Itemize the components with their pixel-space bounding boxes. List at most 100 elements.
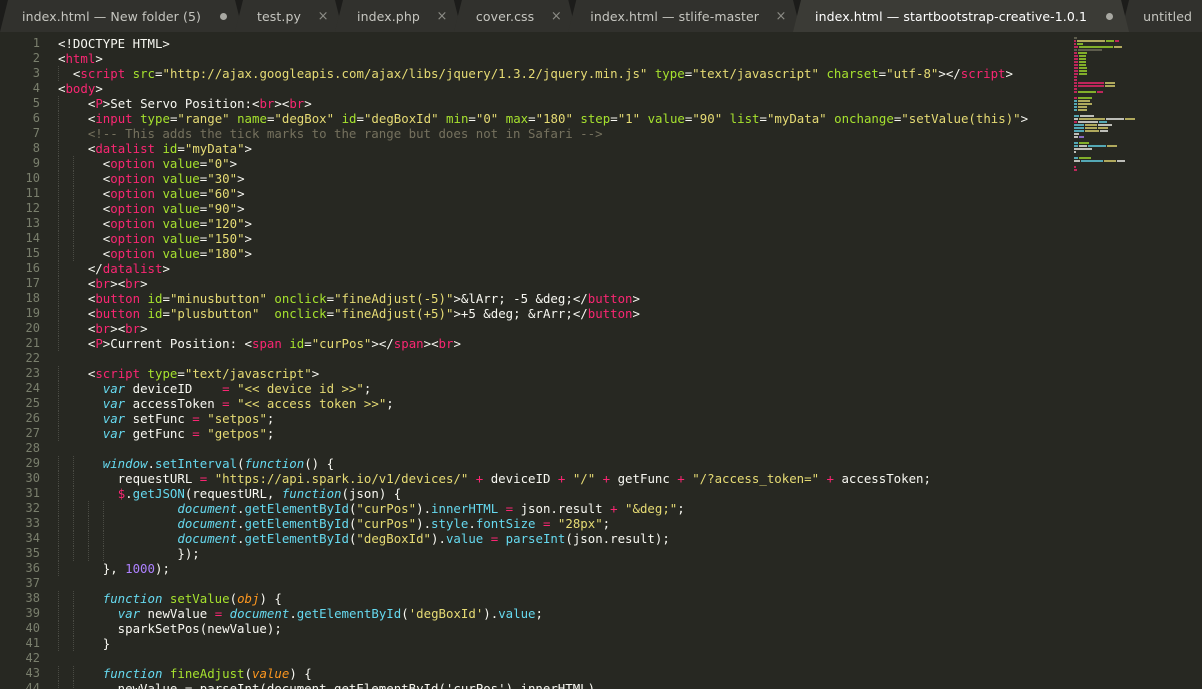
code-line[interactable]: 28 <box>0 441 1202 456</box>
line-number: 16 <box>25 261 40 275</box>
tab-0[interactable]: index.html — New folder (5) <box>0 0 243 32</box>
sublime-text-window: index.html — New folder (5) test.py × index… <box>0 0 1202 689</box>
minimap-segment <box>1106 117 1124 120</box>
modified-dot-icon[interactable] <box>1103 10 1115 22</box>
minimap-segment <box>1074 57 1078 60</box>
code-line[interactable]: 19 <button id="plusbutton" onclick="fine… <box>0 306 1202 321</box>
minimap-segment <box>1074 69 1078 72</box>
tab-label: cover.css <box>475 8 535 24</box>
code-line[interactable]: 18 <button id="minusbutton" onclick="fin… <box>0 291 1202 306</box>
code-line[interactable]: 11 <option value="60"> <box>0 186 1202 201</box>
code-line[interactable]: 8 <datalist id="myData"> <box>0 141 1202 156</box>
code-line[interactable]: 42 <box>0 651 1202 666</box>
tab-2[interactable]: index.php × <box>335 0 462 32</box>
code-line[interactable]: 37 <box>0 576 1202 591</box>
line-text: <button id="minusbutton" onclick="fineAd… <box>58 291 640 306</box>
line-number: 23 <box>25 366 40 380</box>
code-line[interactable]: 39 var newValue = document.getElementByI… <box>0 606 1202 621</box>
minimap-segment <box>1080 114 1094 117</box>
line-text: <option value="120"> <box>58 216 253 231</box>
minimap-segment <box>1078 108 1087 111</box>
tab-6[interactable]: untitled× <box>1121 0 1202 32</box>
minimap-segment <box>1079 63 1086 66</box>
line-text: var getFunc = "getpos"; <box>102 426 275 441</box>
code-line[interactable]: 17 <br><br> <box>0 276 1202 291</box>
code-line[interactable]: 16 </datalist> <box>0 261 1202 276</box>
code-line[interactable]: 34 document.getElementById("degBoxId").v… <box>0 531 1202 546</box>
code-line[interactable]: 33 document.getElementById("curPos").sty… <box>0 516 1202 531</box>
code-line[interactable]: 15 <option value="180"> <box>0 246 1202 261</box>
line-number: 29 <box>25 456 40 470</box>
code-line[interactable]: 40 sparkSetPos(newValue); <box>0 621 1202 636</box>
close-icon[interactable]: × <box>436 10 448 22</box>
line-text: }, 1000); <box>58 561 170 576</box>
tab-4[interactable]: index.html — stlife-master × <box>568 0 801 32</box>
modified-dot-icon[interactable] <box>217 10 229 22</box>
code-line[interactable]: 7 <!-- This adds the tick marks to the r… <box>0 126 1202 141</box>
tab-label: index.php <box>357 8 420 24</box>
line-number: 1 <box>32 36 40 50</box>
code-line[interactable]: 4 <body> <box>0 81 1202 96</box>
line-number: 13 <box>25 216 40 230</box>
line-text: newValue = parseInt(document.getElementB… <box>58 681 596 689</box>
minimap-segment <box>1074 108 1077 111</box>
minimap-segment <box>1074 141 1078 144</box>
code-line[interactable]: 20 <br><br> <box>0 321 1202 336</box>
close-glyph: × <box>436 8 448 24</box>
code-line[interactable]: 14 <option value="150"> <box>0 231 1202 246</box>
code-line[interactable]: 6 <input type="range" name="degBox" id="… <box>0 111 1202 126</box>
minimap-segment <box>1074 156 1078 159</box>
line-number: 42 <box>25 651 40 665</box>
code-line[interactable]: 2 <html> <box>0 51 1202 66</box>
minimap-segment <box>1074 45 1078 48</box>
minimap-segment <box>1105 84 1115 87</box>
code-line[interactable]: 30 requestURL = "https://api.spark.io/v1… <box>0 471 1202 486</box>
code-line[interactable]: 3 <script src="http://ajax.googleapis.co… <box>0 66 1202 81</box>
tab-1[interactable]: test.py × <box>235 0 343 32</box>
code-line[interactable]: 32 document.getElementById("curPos").inn… <box>0 501 1202 516</box>
modified-dot-glyph <box>220 13 227 20</box>
code-line[interactable]: 23 <script type="text/javascript"> <box>0 366 1202 381</box>
code-line[interactable]: 21 <P>Current Position: <span id="curPos… <box>0 336 1202 351</box>
code-line[interactable]: 31 $.getJSON(requestURL, function(json) … <box>0 486 1202 501</box>
code-line[interactable]: 1 <!DOCTYPE HTML> <box>0 36 1202 51</box>
code-line[interactable]: 5 <P>Set Servo Position:<br><br> <box>0 96 1202 111</box>
code-content[interactable]: 1 <!DOCTYPE HTML> 2 <html> 3 <script src="ht… <box>0 36 1202 689</box>
code-line[interactable]: 36 }, 1000); <box>0 561 1202 576</box>
code-line[interactable]: 9 <option value="0"> <box>0 156 1202 171</box>
code-line[interactable]: 44 newValue = parseInt(document.getEleme… <box>0 681 1202 689</box>
tab-3[interactable]: cover.css × <box>454 0 576 32</box>
minimap-segment <box>1085 123 1097 126</box>
code-line[interactable]: 12 <option value="90"> <box>0 201 1202 216</box>
code-line[interactable]: 38 function setValue(obj) { <box>0 591 1202 606</box>
minimap-segment <box>1079 69 1087 72</box>
editor-pane[interactable]: 1 <!DOCTYPE HTML> 2 <html> 3 <script src="ht… <box>0 32 1202 689</box>
code-line[interactable]: 43 function fineAdjust(value) { <box>0 666 1202 681</box>
code-line[interactable]: 24 var deviceID = "<< device id >>"; <box>0 381 1202 396</box>
close-icon[interactable]: × <box>775 10 787 22</box>
code-line[interactable]: 10 <option value="30"> <box>0 171 1202 186</box>
minimap-segment <box>1078 120 1098 123</box>
code-line[interactable]: 22 <box>0 351 1202 366</box>
code-line[interactable]: 29 window.setInterval(function() { <box>0 456 1202 471</box>
code-line[interactable]: 13 <option value="120"> <box>0 216 1202 231</box>
minimap-line <box>1074 168 1202 171</box>
tab-5[interactable]: index.html — startbootstrap-creative-1.0… <box>793 0 1129 32</box>
close-icon[interactable]: × <box>550 10 562 22</box>
close-icon[interactable]: × <box>317 10 329 22</box>
code-line[interactable]: 25 var accessToken = "<< access token >>… <box>0 396 1202 411</box>
minimap-segment <box>1078 90 1096 93</box>
minimap-segment <box>1078 96 1092 99</box>
code-line[interactable]: 35 }); <box>0 546 1202 561</box>
minimap-segment <box>1098 123 1112 126</box>
tab-label: test.py <box>257 8 302 24</box>
code-minimap[interactable] <box>1062 32 1202 689</box>
code-line[interactable]: 41 } <box>0 636 1202 651</box>
minimap-segment <box>1074 81 1077 84</box>
code-line[interactable]: 27 var getFunc = "getpos"; <box>0 426 1202 441</box>
minimap-segment <box>1107 144 1117 147</box>
line-number: 8 <box>32 141 40 155</box>
line-number: 7 <box>32 126 40 140</box>
code-line[interactable]: 26 var setFunc = "setpos"; <box>0 411 1202 426</box>
minimap-segment <box>1115 39 1119 42</box>
